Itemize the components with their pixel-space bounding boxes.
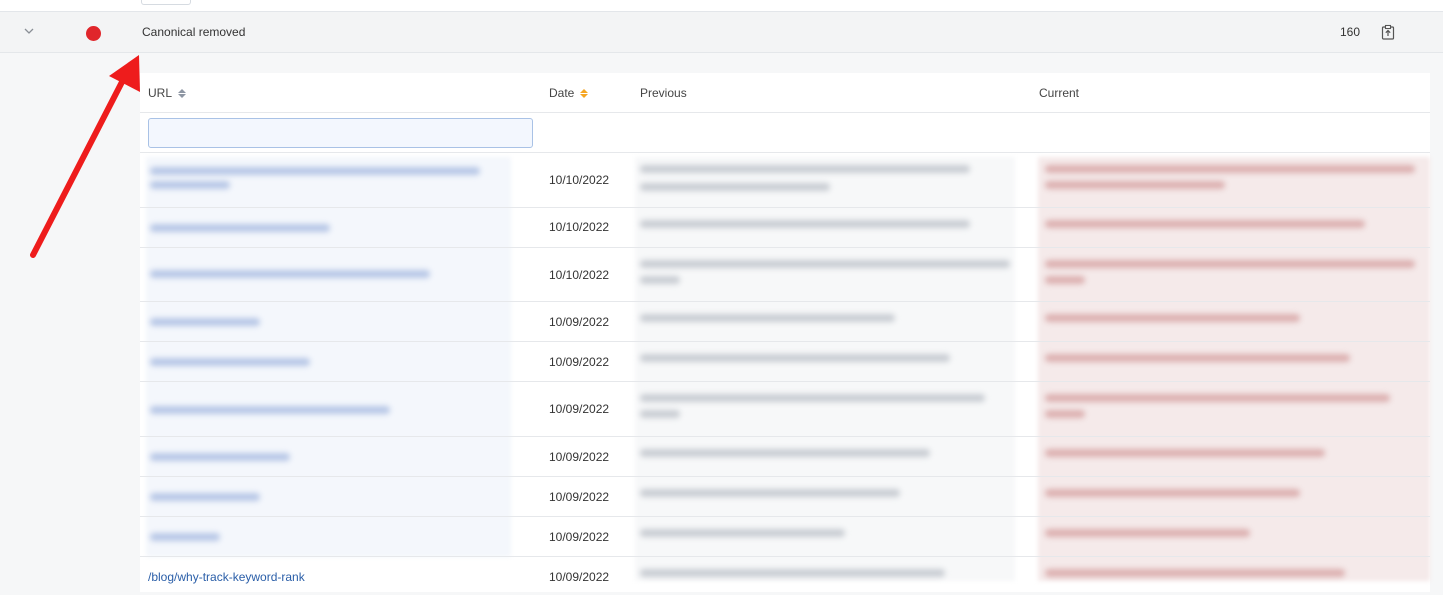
table-row: 10/10/2022 [140,248,1430,302]
table-row: 10/09/2022 [140,477,1430,517]
redacted-previous [640,220,970,228]
chevron-down-icon[interactable] [22,25,36,39]
redacted-previous [640,165,970,173]
redacted-current [1045,276,1085,284]
column-header-url[interactable]: URL [148,86,187,100]
redacted-url[interactable] [150,318,260,326]
redacted-previous [640,260,1010,268]
redacted-current [1045,529,1250,537]
redacted-current [1045,394,1390,402]
redacted-previous [640,529,845,537]
url-link[interactable]: /blog/why-track-keyword-rank [148,570,305,584]
table-header: URL Date Previous Current [140,73,1430,113]
column-header-current: Current [1039,86,1079,100]
date-cell: 10/09/2022 [549,570,610,584]
redacted-url[interactable] [150,270,430,278]
table-row: /blog/why-track-keyword-rank 10/09/2022 [140,557,1430,595]
redacted-previous [640,569,945,577]
column-label-date: Date [549,86,575,100]
date-cell: 10/09/2022 [549,450,610,464]
redacted-current [1045,165,1415,173]
redacted-url[interactable] [150,358,310,366]
redacted-current [1045,449,1325,457]
date-cell: 10/09/2022 [549,490,610,504]
sort-active-icon[interactable] [580,88,589,98]
redacted-previous [640,354,950,362]
status-dot [86,26,101,41]
redacted-url[interactable] [150,493,260,501]
redacted-url[interactable] [150,533,220,541]
date-cell: 10/09/2022 [549,355,610,369]
table-row: 10/10/2022 [140,153,1430,208]
redacted-previous [640,394,985,402]
date-cell: 10/10/2022 [549,268,610,282]
issue-title: Canonical removed [142,25,246,39]
redacted-url[interactable] [150,167,480,175]
export-icon[interactable] [1381,24,1395,40]
redacted-previous [640,276,680,284]
redacted-current [1045,181,1225,189]
url-filter-input[interactable] [148,118,533,148]
redacted-current [1045,354,1350,362]
redacted-current [1045,260,1415,268]
table-row: 10/10/2022 [140,208,1430,248]
redacted-previous [640,314,895,322]
column-header-previous: Previous [640,86,687,100]
redacted-previous [640,449,930,457]
table-row: 10/09/2022 [140,342,1430,382]
column-label-url: URL [148,86,173,100]
redacted-current [1045,410,1085,418]
issue-count: 160 [1340,25,1361,39]
changes-table-panel: URL Date Previous Current 10/10/2022 10/… [140,73,1430,592]
top-strip [0,0,1443,12]
tab-stub[interactable] [141,0,191,5]
table-row: 10/09/2022 [140,302,1430,342]
redacted-current [1045,314,1300,322]
sort-icon[interactable] [178,88,187,98]
table-row: 10/09/2022 [140,437,1430,477]
redacted-url[interactable] [150,453,290,461]
date-cell: 10/09/2022 [549,530,610,544]
column-label-current: Current [1039,86,1080,100]
date-cell: 10/09/2022 [549,402,610,416]
redacted-previous [640,183,830,191]
redacted-current [1045,569,1345,577]
column-label-previous: Previous [640,86,687,100]
redacted-previous [640,410,680,418]
redacted-current [1045,220,1365,228]
table-body: 10/10/2022 10/10/2022 10/10/2022 10/09/2… [140,153,1430,595]
column-header-date[interactable]: Date [549,86,589,100]
redacted-url [150,181,230,189]
table-row: 10/09/2022 [140,382,1430,437]
issue-row-canonical-removed[interactable]: Canonical removed 160 [0,12,1443,53]
redacted-current [1045,489,1300,497]
table-row: 10/09/2022 [140,517,1430,557]
redacted-url[interactable] [150,224,330,232]
redacted-previous [640,489,900,497]
redacted-url[interactable] [150,406,390,414]
date-cell: 10/09/2022 [549,315,610,329]
date-cell: 10/10/2022 [549,173,610,187]
date-cell: 10/10/2022 [549,220,610,234]
filter-row [140,113,1430,153]
